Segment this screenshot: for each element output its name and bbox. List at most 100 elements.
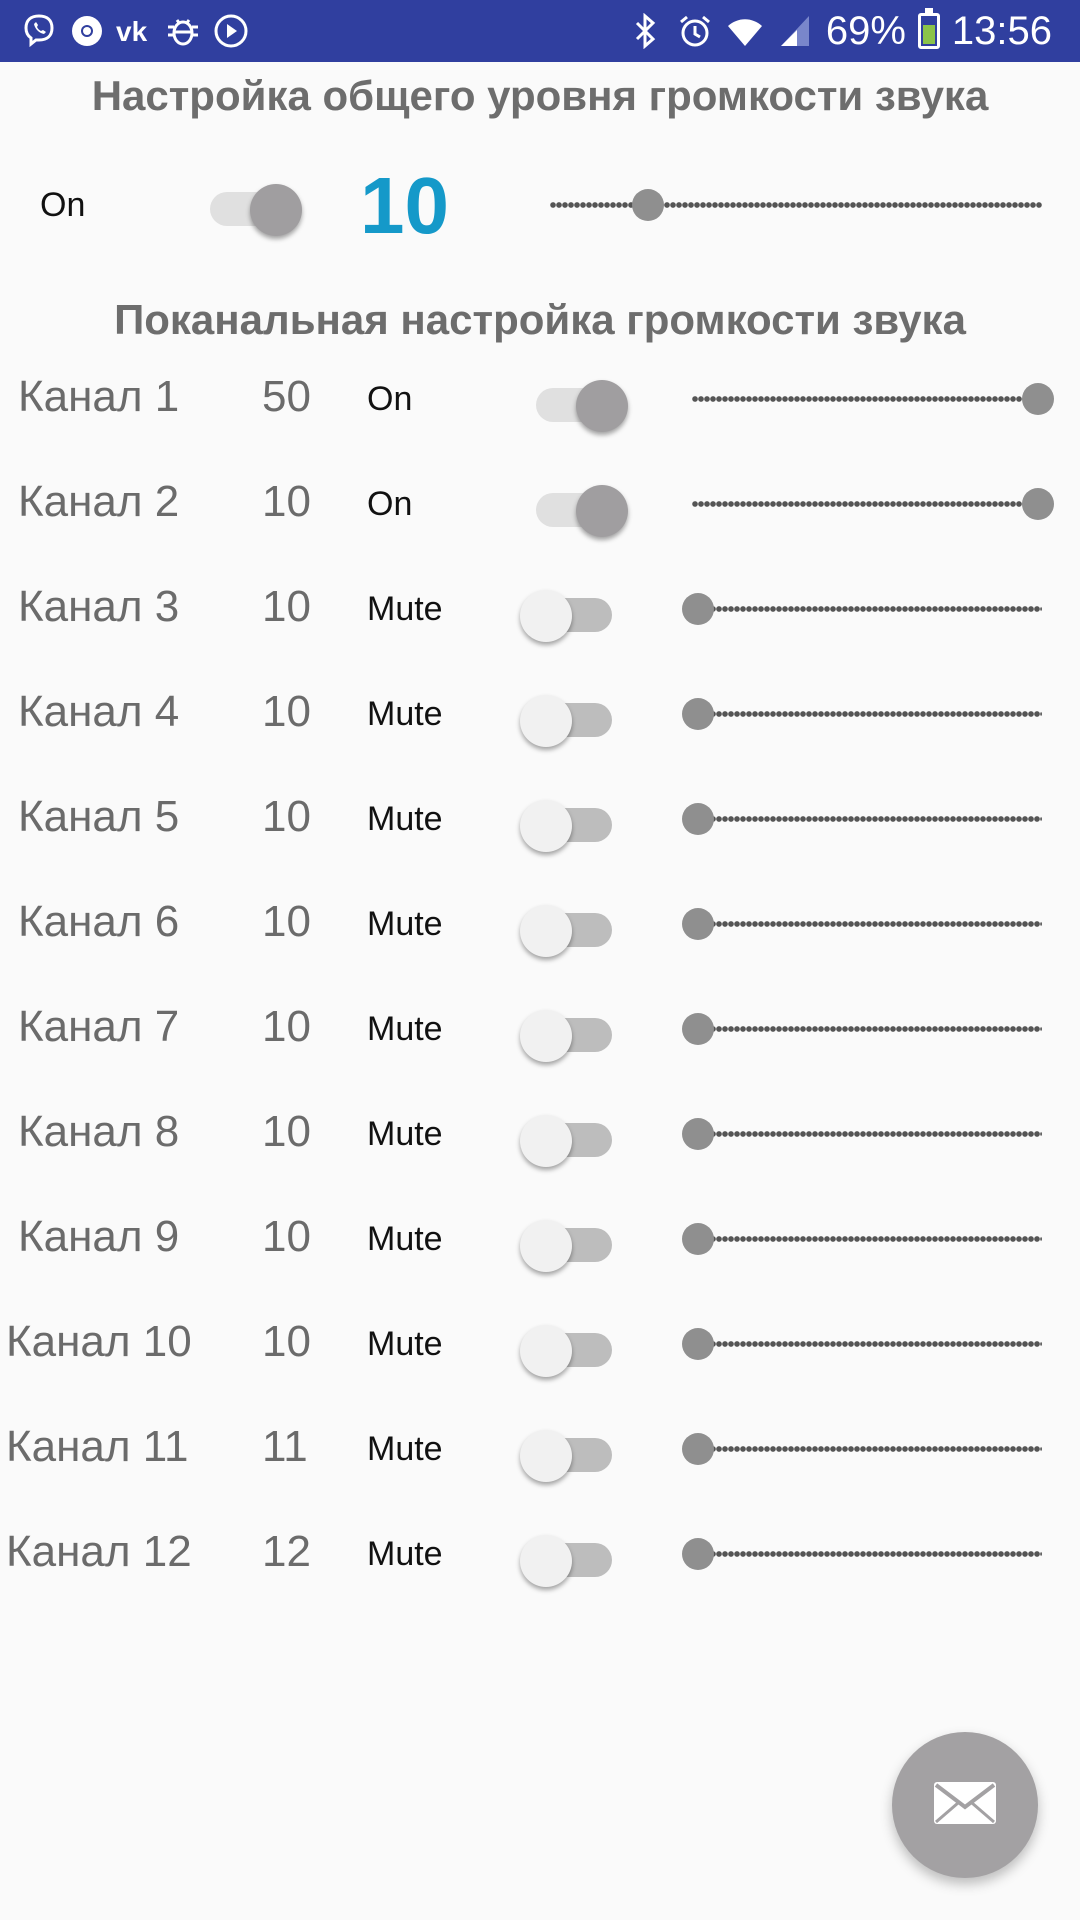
master-switch[interactable] [204,176,304,236]
slider-track [692,396,1038,402]
channels-title: Поканальная настройка громкости звука [114,296,966,343]
channel-volume-value: 10 [262,1317,311,1366]
channel-volume-slider[interactable] [682,903,1042,943]
channel-state-label: Mute [367,800,443,838]
channel-switch[interactable] [520,1527,620,1587]
master-state-label: On [40,186,86,224]
channel-state-label: On [367,380,413,418]
channel-name: Канал 7 [18,1002,180,1051]
switch-thumb[interactable] [520,1535,572,1587]
channel-row: Канал 4 10 Mute [0,675,1080,755]
channel-row: Канал 11 11 Mute [0,1410,1080,1490]
channel-switch[interactable] [520,1107,620,1167]
channel-volume-slider[interactable] [692,378,1054,418]
channel-switch[interactable] [520,1002,620,1062]
channel-name: Канал 12 [6,1527,192,1576]
channel-state-label: Mute [367,695,443,733]
channel-volume-value: 10 [262,1212,311,1261]
switch-thumb[interactable] [520,1115,572,1167]
channel-state-label: Mute [367,1220,443,1258]
channel-volume-value: 12 [262,1527,311,1576]
switch-thumb[interactable] [576,485,628,537]
slider-track [698,1026,1042,1032]
channel-name: Канал 4 [18,687,180,736]
slider-thumb[interactable] [682,803,714,835]
channel-volume-value: 10 [262,792,311,841]
channel-switch[interactable] [520,897,620,957]
channel-switch[interactable] [520,582,620,642]
channel-state-label: Mute [367,905,443,943]
channel-volume-slider[interactable] [682,1008,1042,1048]
channel-switch[interactable] [520,1212,620,1272]
channel-volume-value: 10 [262,477,311,526]
switch-thumb[interactable] [520,1430,572,1482]
channel-volume-slider[interactable] [682,1533,1042,1573]
slider-thumb[interactable] [632,189,665,221]
master-volume-value: 10 [360,161,449,250]
channel-volume-value: 10 [262,582,311,631]
channel-state-label: Mute [367,1010,443,1048]
channel-row: Канал 7 10 Mute [0,990,1080,1070]
slider-thumb[interactable] [682,593,714,625]
slider-thumb[interactable] [682,1013,714,1045]
channel-switch[interactable] [520,792,620,852]
slider-track [698,921,1042,927]
channel-name: Канал 2 [18,477,180,526]
channel-state-label: Mute [367,590,443,628]
switch-thumb[interactable] [520,695,572,747]
channel-row: Канал 2 10 On [0,465,1080,545]
channel-name: Канал 3 [18,582,180,631]
channel-volume-slider[interactable] [682,693,1042,733]
channel-name: Канал 6 [18,897,180,946]
slider-track [698,1446,1042,1452]
slider-track [550,202,1042,208]
slider-track [698,711,1042,717]
channel-volume-value: 10 [262,687,311,736]
channel-switch[interactable] [530,477,630,537]
channel-switch[interactable] [530,372,630,432]
switch-thumb[interactable] [520,905,572,957]
switch-thumb[interactable] [520,1325,572,1377]
wifi-icon [726,12,764,50]
channel-row: Канал 3 10 Mute [0,570,1080,650]
slider-thumb[interactable] [682,698,714,730]
master-volume-slider[interactable] [550,184,1042,224]
switch-thumb[interactable] [576,380,628,432]
channel-volume-slider[interactable] [682,1428,1042,1468]
slider-thumb[interactable] [682,1538,714,1570]
slider-track [692,501,1038,507]
slider-thumb[interactable] [1022,383,1054,415]
alarm-icon [676,12,714,50]
channel-volume-value: 10 [262,897,311,946]
bluetooth-icon [626,12,664,50]
channel-name: Канал 9 [18,1212,180,1261]
slider-track [698,1236,1042,1242]
switch-thumb[interactable] [520,1010,572,1062]
channel-volume-slider[interactable] [682,798,1042,838]
battery-percent: 69% [825,8,906,53]
channel-switch[interactable] [520,1317,620,1377]
channel-row: Канал 6 10 Mute [0,885,1080,965]
channel-volume-slider[interactable] [682,1323,1042,1363]
slider-thumb[interactable] [682,1118,714,1150]
channel-row: Канал 1 50 On [0,360,1080,440]
channel-switch[interactable] [520,1422,620,1482]
channel-state-label: Mute [367,1325,443,1363]
switch-thumb[interactable] [520,1220,572,1272]
slider-thumb[interactable] [682,1328,714,1360]
switch-thumb[interactable] [520,800,572,852]
switch-thumb[interactable] [520,590,572,642]
channel-volume-slider[interactable] [692,483,1054,523]
channel-volume-slider[interactable] [682,588,1042,628]
slider-thumb[interactable] [682,1223,714,1255]
mail-button[interactable] [892,1732,1038,1878]
slider-thumb[interactable] [682,908,714,940]
switch-thumb[interactable] [250,184,302,236]
channel-state-label: Mute [367,1115,443,1153]
channel-volume-slider[interactable] [682,1218,1042,1258]
channel-name: Канал 11 [6,1422,189,1471]
channel-volume-slider[interactable] [682,1113,1042,1153]
slider-thumb[interactable] [682,1433,714,1465]
channel-switch[interactable] [520,687,620,747]
slider-thumb[interactable] [1022,488,1054,520]
